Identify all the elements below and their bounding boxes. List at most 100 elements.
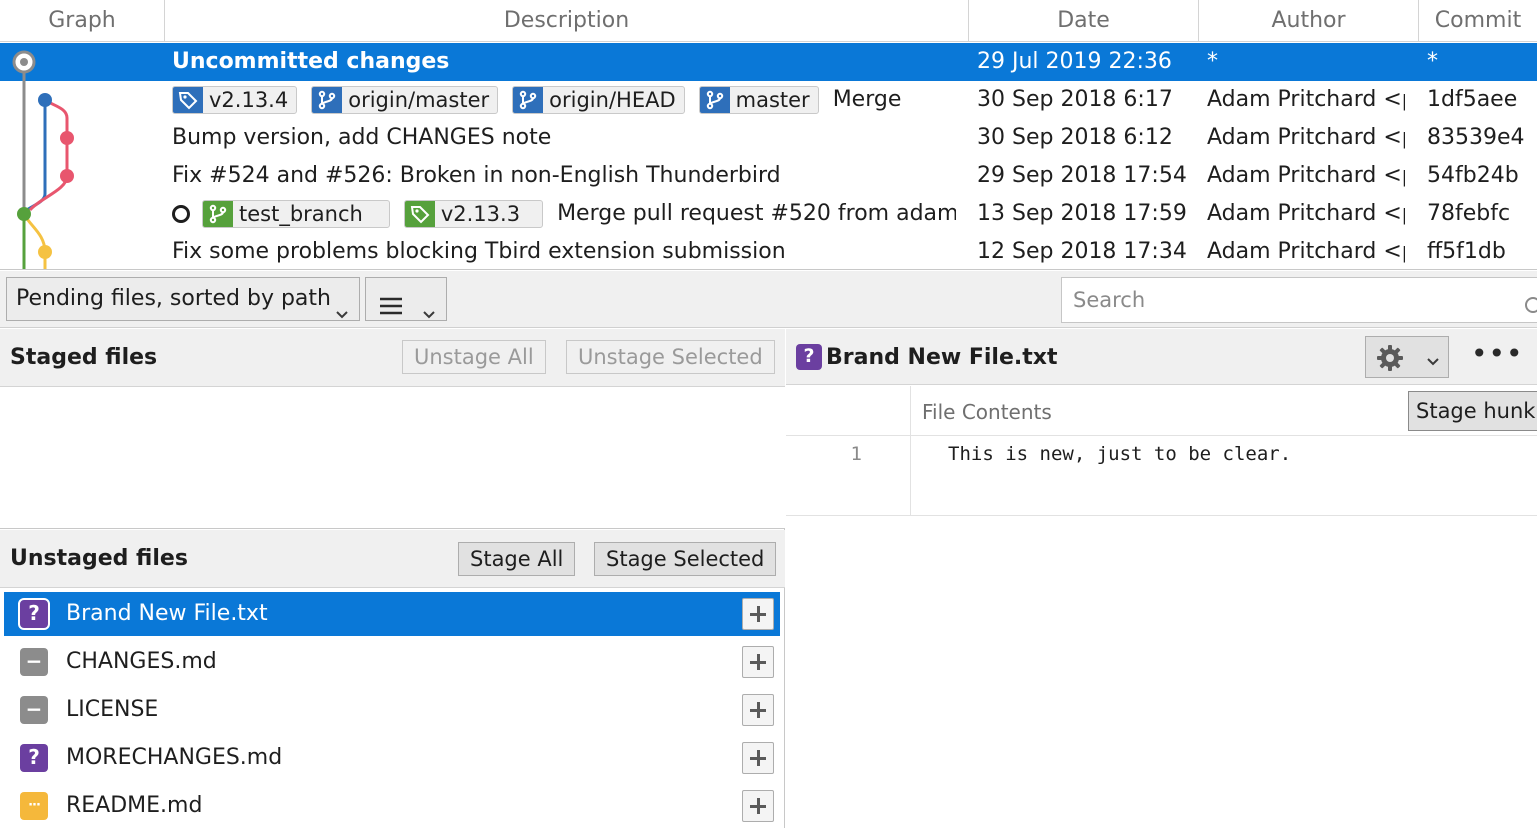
file-name: MORECHANGES.md (66, 745, 283, 770)
stage-hunk-button[interactable]: Stage hunk (1408, 391, 1537, 431)
stage-file-button[interactable] (742, 598, 774, 630)
head-marker-icon (172, 205, 190, 223)
commit-row[interactable]: v2.13.4 origin/master origin/HEAD master… (0, 81, 1537, 119)
gutter-divider (910, 386, 911, 516)
staged-files-title: Staged files (10, 345, 158, 370)
unstage-selected-button[interactable]: Unstage Selected (566, 340, 775, 374)
stage-selected-button[interactable]: Stage Selected (594, 542, 777, 576)
hunk-label: File Contents (922, 400, 1052, 424)
column-header-graph[interactable]: Graph (0, 0, 165, 42)
unstage-all-button[interactable]: Unstage All (402, 340, 546, 374)
commit-row-uncommitted[interactable]: Uncommitted changes 29 Jul 2019 22:36 * … (0, 43, 1537, 81)
files-panel: Staged files Unstage All Unstage Selecte… (0, 329, 785, 828)
file-row[interactable]: − CHANGES.md (4, 640, 780, 684)
commit-author: Adam Pritchard <p (1207, 87, 1405, 112)
column-header-description[interactable]: Description (165, 0, 969, 42)
file-row[interactable]: ? MORECHANGES.md (4, 736, 780, 780)
branch-icon (312, 87, 343, 113)
commit-date: 13 Sep 2018 17:59 (977, 201, 1187, 226)
tag-icon (404, 201, 435, 227)
unstaged-files-header: Unstaged files Stage All Stage Selected (0, 530, 785, 588)
commit-hash: 1df5aee (1427, 87, 1518, 112)
file-name: CHANGES.md (66, 649, 217, 674)
file-row[interactable]: ··· README.md (4, 784, 780, 828)
branch-icon (513, 87, 544, 113)
commit-hash: 54fb24b (1427, 163, 1519, 188)
unstaged-files-title: Unstaged files (10, 546, 188, 571)
untracked-status-icon: ? (18, 598, 50, 630)
stage-all-button[interactable]: Stage All (458, 542, 576, 576)
commit-date: 29 Sep 2018 17:54 (977, 163, 1187, 188)
deleted-status-icon: − (20, 696, 48, 724)
commit-hash: * (1427, 49, 1438, 74)
branch-icon (203, 201, 233, 227)
commit-date: 12 Sep 2018 17:34 (977, 239, 1187, 264)
stage-file-button[interactable] (742, 694, 774, 726)
diff-line: 1 This is new, just to be clear. (786, 436, 1537, 516)
diff-file-title: Brand New File.txt (826, 345, 1058, 370)
tag-icon (173, 87, 203, 113)
commit-row[interactable]: Fix some problems blocking Tbird extensi… (0, 233, 1537, 269)
commit-description: Bump version, add CHANGES note (172, 125, 552, 150)
commit-hash: 83539e4 (1427, 125, 1525, 150)
file-row[interactable]: ? Brand New File.txt (4, 592, 780, 636)
chevron-down-icon (1426, 352, 1440, 371)
commit-hash: ff5f1db (1427, 239, 1506, 264)
commit-author: Adam Pritchard <p (1207, 163, 1405, 188)
commit-hash: 78febfc (1427, 201, 1511, 226)
more-options-icon[interactable]: ••• (1471, 340, 1523, 373)
tag-ref[interactable]: v2.13.4 (172, 86, 298, 114)
branch-ref[interactable]: master (698, 86, 819, 114)
branch-ref[interactable]: test_branch (202, 200, 390, 228)
column-header-commit[interactable]: Commit (1419, 0, 1537, 42)
untracked-status-icon: ? (20, 744, 48, 772)
deleted-status-icon: − (20, 648, 48, 676)
commit-author: Adam Pritchard <p (1207, 239, 1405, 264)
branch-ref[interactable]: origin/HEAD (512, 86, 685, 114)
file-name: Brand New File.txt (66, 601, 268, 626)
diff-header: ? Brand New File.txt ••• (786, 329, 1537, 385)
branch-icon (699, 87, 730, 113)
untracked-status-icon: ? (796, 344, 822, 370)
commit-author: Adam Pritchard <p (1207, 125, 1405, 150)
commit-description: Merge (832, 87, 902, 112)
tag-ref[interactable]: v2.13.3 (403, 200, 544, 228)
line-text: This is new, just to be clear. (948, 443, 1292, 465)
commit-date: 29 Jul 2019 22:36 (977, 49, 1172, 74)
pending-toolbar: Pending files, sorted by path Search (0, 271, 1537, 328)
view-mode-dropdown[interactable] (365, 277, 447, 321)
diff-settings-dropdown[interactable] (1365, 336, 1449, 378)
search-input[interactable]: Search (1061, 277, 1537, 323)
staged-files-header: Staged files Unstage All Unstage Selecte… (0, 329, 785, 387)
branch-ref[interactable]: origin/master (311, 86, 499, 114)
commit-row[interactable]: Fix #524 and #526: Broken in non-English… (0, 157, 1537, 195)
file-name: README.md (66, 793, 203, 818)
search-placeholder: Search (1073, 288, 1146, 312)
commit-description: Fix some problems blocking Tbird extensi… (172, 239, 786, 264)
stage-file-button[interactable] (742, 790, 774, 822)
commit-date: 30 Sep 2018 6:12 (977, 125, 1173, 150)
commit-date: 30 Sep 2018 6:17 (977, 87, 1173, 112)
sort-dropdown[interactable]: Pending files, sorted by path (6, 277, 360, 321)
gear-icon (1376, 344, 1404, 376)
column-header-date[interactable]: Date (969, 0, 1199, 42)
stage-file-button[interactable] (742, 646, 774, 678)
commit-refs-and-description: v2.13.4 origin/master origin/HEAD master… (172, 81, 956, 119)
line-number: 1 (850, 443, 862, 465)
diff-panel: ? Brand New File.txt ••• File Contents S… (786, 329, 1537, 828)
commit-author: * (1207, 49, 1218, 74)
commit-row[interactable]: Bump version, add CHANGES note 30 Sep 20… (0, 119, 1537, 157)
modified-status-icon: ··· (20, 792, 48, 820)
list-icon (379, 289, 403, 331)
staged-files-list (0, 387, 785, 529)
stage-file-button[interactable] (742, 742, 774, 774)
commit-row[interactable]: test_branch v2.13.3 Merge pull request #… (0, 195, 1537, 233)
file-name: LICENSE (66, 697, 159, 722)
commit-description: Uncommitted changes (172, 49, 450, 74)
file-row[interactable]: − LICENSE (4, 688, 780, 732)
column-header-author[interactable]: Author (1199, 0, 1419, 42)
commit-refs-and-description: test_branch v2.13.3 Merge pull request #… (172, 195, 956, 233)
commit-author: Adam Pritchard <p (1207, 201, 1405, 226)
commit-description: Merge pull request #520 from adam-p (557, 201, 956, 226)
commit-table: Graph Description Date Author Commit Unc… (0, 0, 1537, 270)
